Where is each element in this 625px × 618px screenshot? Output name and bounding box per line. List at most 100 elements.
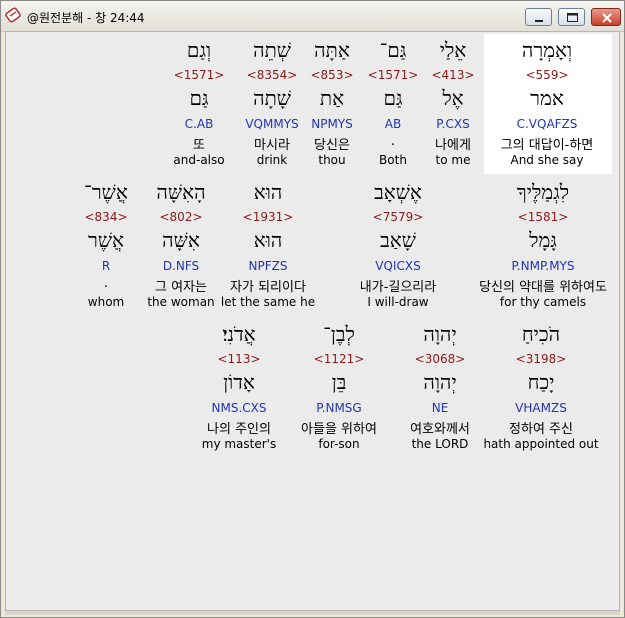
hebrew-word: יְהוָה (423, 322, 457, 346)
hebrew-word: שְׁתֵה (253, 38, 291, 62)
maximize-button[interactable] (558, 8, 585, 26)
english-gloss: and-also (173, 153, 225, 167)
hebrew-root: גָּמָל (529, 228, 557, 252)
english-gloss: whom (87, 295, 125, 309)
english-gloss: thou (318, 153, 346, 167)
hebrew-root: אַת (319, 86, 345, 110)
strong-number: <7579> (372, 210, 424, 224)
english-gloss: for thy camels (499, 295, 587, 309)
parsing-code: VQICXS (375, 259, 421, 273)
parsing-code: R (101, 259, 111, 273)
window-title: @원전분해 - 창 24:44 (27, 11, 145, 25)
hebrew-word: אֵלַי (439, 38, 467, 62)
maximize-icon (567, 13, 578, 22)
korean-gloss: . (390, 134, 396, 149)
close-icon (602, 13, 612, 23)
scroll-icon (5, 7, 21, 23)
hebrew-root: אֲשֶׁר (88, 228, 124, 252)
hebrew-root: הוּא (253, 228, 283, 252)
korean-gloss: 아들을 위하여 (301, 422, 377, 437)
korean-gloss: 나의 주인의 (207, 422, 271, 437)
hebrew-root: אֶל (442, 86, 464, 110)
english-gloss: to me (435, 153, 471, 167)
korean-gloss: 여호와께서 (410, 422, 470, 437)
strong-number: <1571> (367, 68, 419, 82)
hebrew-word: וְאָמְרָה (521, 38, 573, 62)
hebrew-word: אֲשֶׁר־ (84, 180, 128, 204)
english-gloss: for-son (318, 437, 360, 451)
title-bar[interactable]: @원전분해 - 창 24:44 (1, 1, 624, 32)
hebrew-word: גַּם־ (379, 38, 407, 62)
hebrew-root: יָכַח (527, 370, 555, 394)
parsing-code: P.CXS (436, 117, 470, 131)
hebrew-word: אֶשְׁאָב (374, 180, 422, 204)
korean-gloss: 그의 대답이-하면 (500, 138, 594, 153)
korean-gloss: 나에게 (435, 138, 471, 153)
english-gloss: the LORD (411, 437, 469, 451)
english-gloss: the woman (147, 295, 215, 309)
strong-number: <1121> (313, 352, 365, 366)
hebrew-word: הָאִשָּׁה (156, 180, 206, 204)
hebrew-word: וְגַם (186, 38, 212, 62)
strong-number: <1571> (173, 68, 225, 82)
hebrew-word: הוּא (253, 180, 283, 204)
korean-gloss: 내가-길으리라 (359, 280, 437, 295)
korean-gloss: 당신의 약대를 위하여도 (479, 280, 607, 295)
korean-gloss: 당신은 (314, 138, 350, 153)
hebrew-root: בֵּן (331, 370, 347, 394)
parsing-code: P.NMSG (316, 401, 362, 415)
parsing-code: NPMYS (311, 117, 353, 131)
hebrew-word: לְבֶן־ (323, 322, 355, 346)
hebrew-root: גַּם (189, 86, 209, 110)
korean-gloss: 자가 되리이다 (230, 280, 306, 295)
parsing-code: C.VQAFZS (516, 117, 578, 131)
english-gloss: drink (256, 153, 288, 167)
parsing-code: NE (431, 401, 449, 415)
korean-gloss: 정하여 주신 (509, 422, 573, 437)
hebrew-root: אִשָּׁה (162, 228, 200, 252)
hebrew-root: אמר (530, 86, 564, 110)
strong-number: <113> (217, 352, 261, 366)
hebrew-word: אַתָּה (314, 38, 350, 62)
korean-gloss: 그 여자는 (155, 280, 207, 295)
strong-number: <834> (84, 210, 128, 224)
minimize-icon (535, 20, 543, 22)
minimize-button[interactable] (525, 8, 552, 26)
english-gloss: hath appointed out (483, 437, 599, 451)
english-gloss: I will-draw (367, 295, 429, 309)
parsing-code: C.AB (184, 117, 214, 131)
hebrew-root: יְהוָה (423, 370, 457, 394)
hebrew-root: גַּם (383, 86, 403, 110)
strong-number: <3068> (414, 352, 466, 366)
korean-gloss: 또 (193, 138, 205, 153)
english-gloss: let the same he (220, 295, 316, 309)
parsing-code: NMS.CXS (211, 401, 267, 415)
parsing-code: AB (384, 117, 402, 131)
strong-number: <1581> (517, 210, 569, 224)
strong-number: <8354> (246, 68, 298, 82)
strong-number: <1931> (242, 210, 294, 224)
strong-number: <853> (310, 68, 354, 82)
hebrew-root: אָדוֹן (223, 370, 255, 394)
bottom-edge (5, 611, 620, 615)
korean-gloss: . (103, 276, 109, 291)
parsing-code: NPFZS (248, 259, 288, 273)
strong-number: <802> (159, 210, 203, 224)
english-gloss: Both (379, 153, 407, 167)
parsing-code: P.NMP.MYS (511, 259, 575, 273)
parsing-code: VQMMYS (245, 117, 299, 131)
hebrew-word: לִגְמַלֶּיךָ (516, 180, 570, 204)
interlinear-view[interactable]: וְאָמְרָה <559> אמר C.VQAFZS 그의 대답이-하면 And sh… (5, 31, 620, 611)
close-button[interactable] (591, 8, 621, 26)
hebrew-word: הֹכִיחַ (521, 322, 561, 346)
hebrew-word: אֲדֹנִי׃ (222, 322, 256, 346)
english-gloss: my master's (201, 437, 277, 451)
korean-gloss: 마시라 (254, 138, 290, 153)
strong-number: <413> (431, 68, 475, 82)
app-window: @원전분해 - 창 24:44 וְאָמְרָה <559> אמר C.VQAFZ… (0, 0, 625, 618)
english-gloss: And she say (510, 153, 584, 167)
parsing-code: D.NFS (162, 259, 200, 273)
strong-number: <3198> (515, 352, 567, 366)
parsing-code: VHAMZS (515, 401, 567, 415)
hebrew-root: שָׁאַב (380, 228, 416, 252)
